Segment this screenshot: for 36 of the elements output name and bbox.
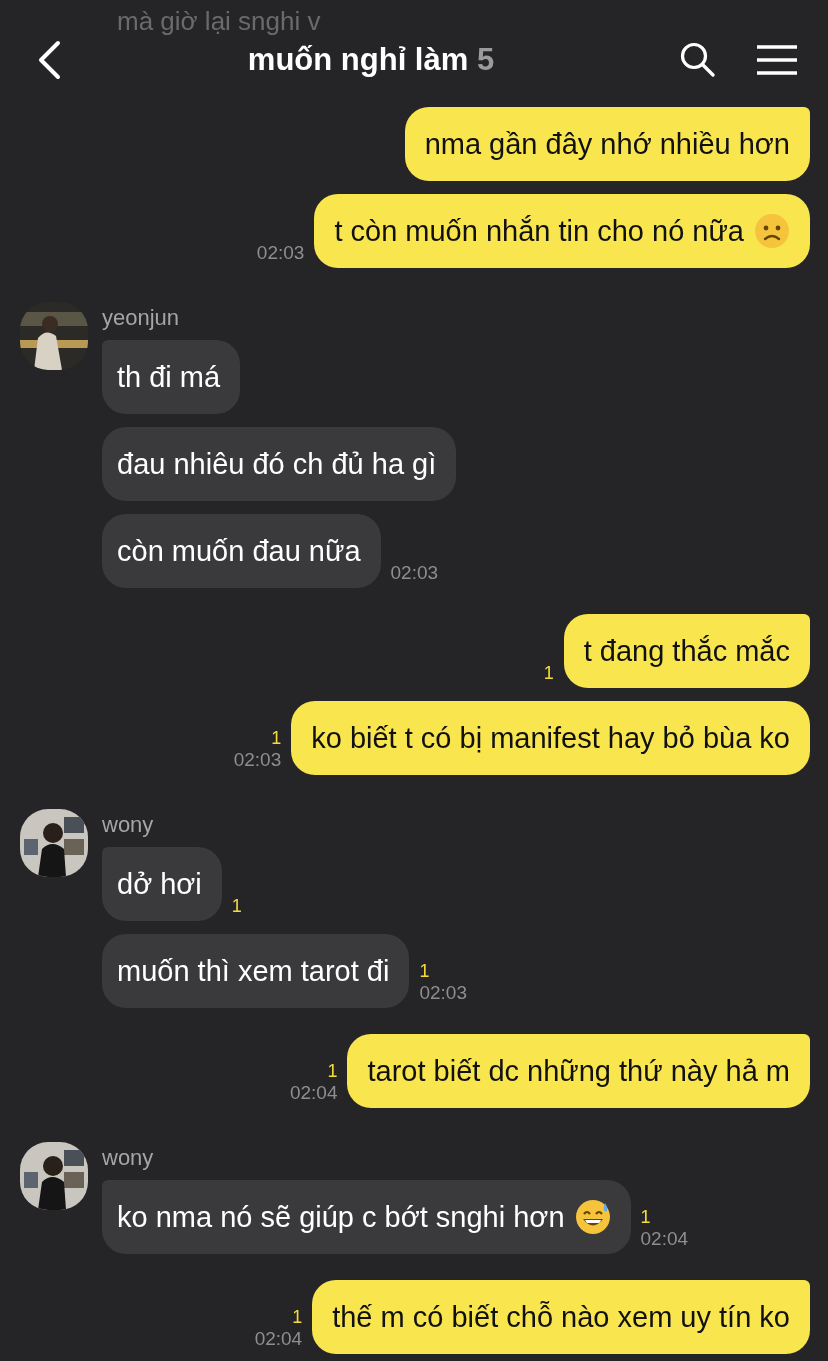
message-time: 02:03 — [233, 749, 282, 771]
message-bubble: thế m có biết chỗ nào xem uy tín ko — [312, 1280, 810, 1354]
unread-count: 1 — [640, 1206, 651, 1228]
search-button[interactable] — [680, 42, 716, 78]
message-bubble: th đi má — [102, 340, 241, 414]
message-bubble: ko nma nó sẽ giúp c bớt snghi hơn — [102, 1180, 631, 1254]
message-text: mà giờ lại snghi v — [117, 6, 321, 37]
message-bubble: t đang thắc mắc — [563, 614, 810, 688]
message-bubble: t còn muốn nhắn tin cho nó nữa — [314, 194, 810, 268]
message-bubble: nma gần đây nhớ nhiều hơn — [404, 107, 810, 181]
unread-count: 1 — [419, 960, 430, 982]
unread-count: 1 — [271, 727, 282, 749]
menu-button[interactable] — [756, 44, 798, 76]
message-time: 02:03 — [419, 982, 467, 1004]
message-time: 02:04 — [289, 1082, 338, 1104]
back-button[interactable] — [36, 40, 62, 80]
message-bubble: còn muốn đau nữa — [102, 514, 381, 588]
message-bubble: tarot biết dc những thứ này hả m — [347, 1034, 810, 1108]
message-bubble: muốn thì xem tarot đi — [102, 934, 410, 1008]
sender-name: wony — [102, 1145, 154, 1171]
sender-name: yeonjun — [102, 305, 180, 331]
sender-name: wony — [102, 812, 154, 838]
frown-emoji-icon — [754, 213, 790, 249]
chat-title: muốn nghỉ làm 5 — [246, 42, 496, 78]
unread-count: 1 — [292, 1306, 303, 1328]
message-time: 02:03 — [390, 562, 439, 584]
unread-count: 1 — [543, 662, 554, 684]
message-time: 02:03 — [256, 242, 305, 264]
message-bubble: ko biết t có bị manifest hay bỏ bùa ko — [291, 701, 810, 775]
message-time: 02:04 — [640, 1228, 689, 1250]
unread-count: 1 — [231, 895, 242, 917]
message-bubble: đau nhiêu đó ch đủ ha gì — [102, 427, 457, 501]
message-time: 02:04 — [254, 1328, 303, 1350]
sweat-smile-emoji-icon — [574, 1199, 611, 1235]
unread-count: 1 — [327, 1060, 338, 1082]
message-bubble: dở hơi — [102, 847, 222, 921]
